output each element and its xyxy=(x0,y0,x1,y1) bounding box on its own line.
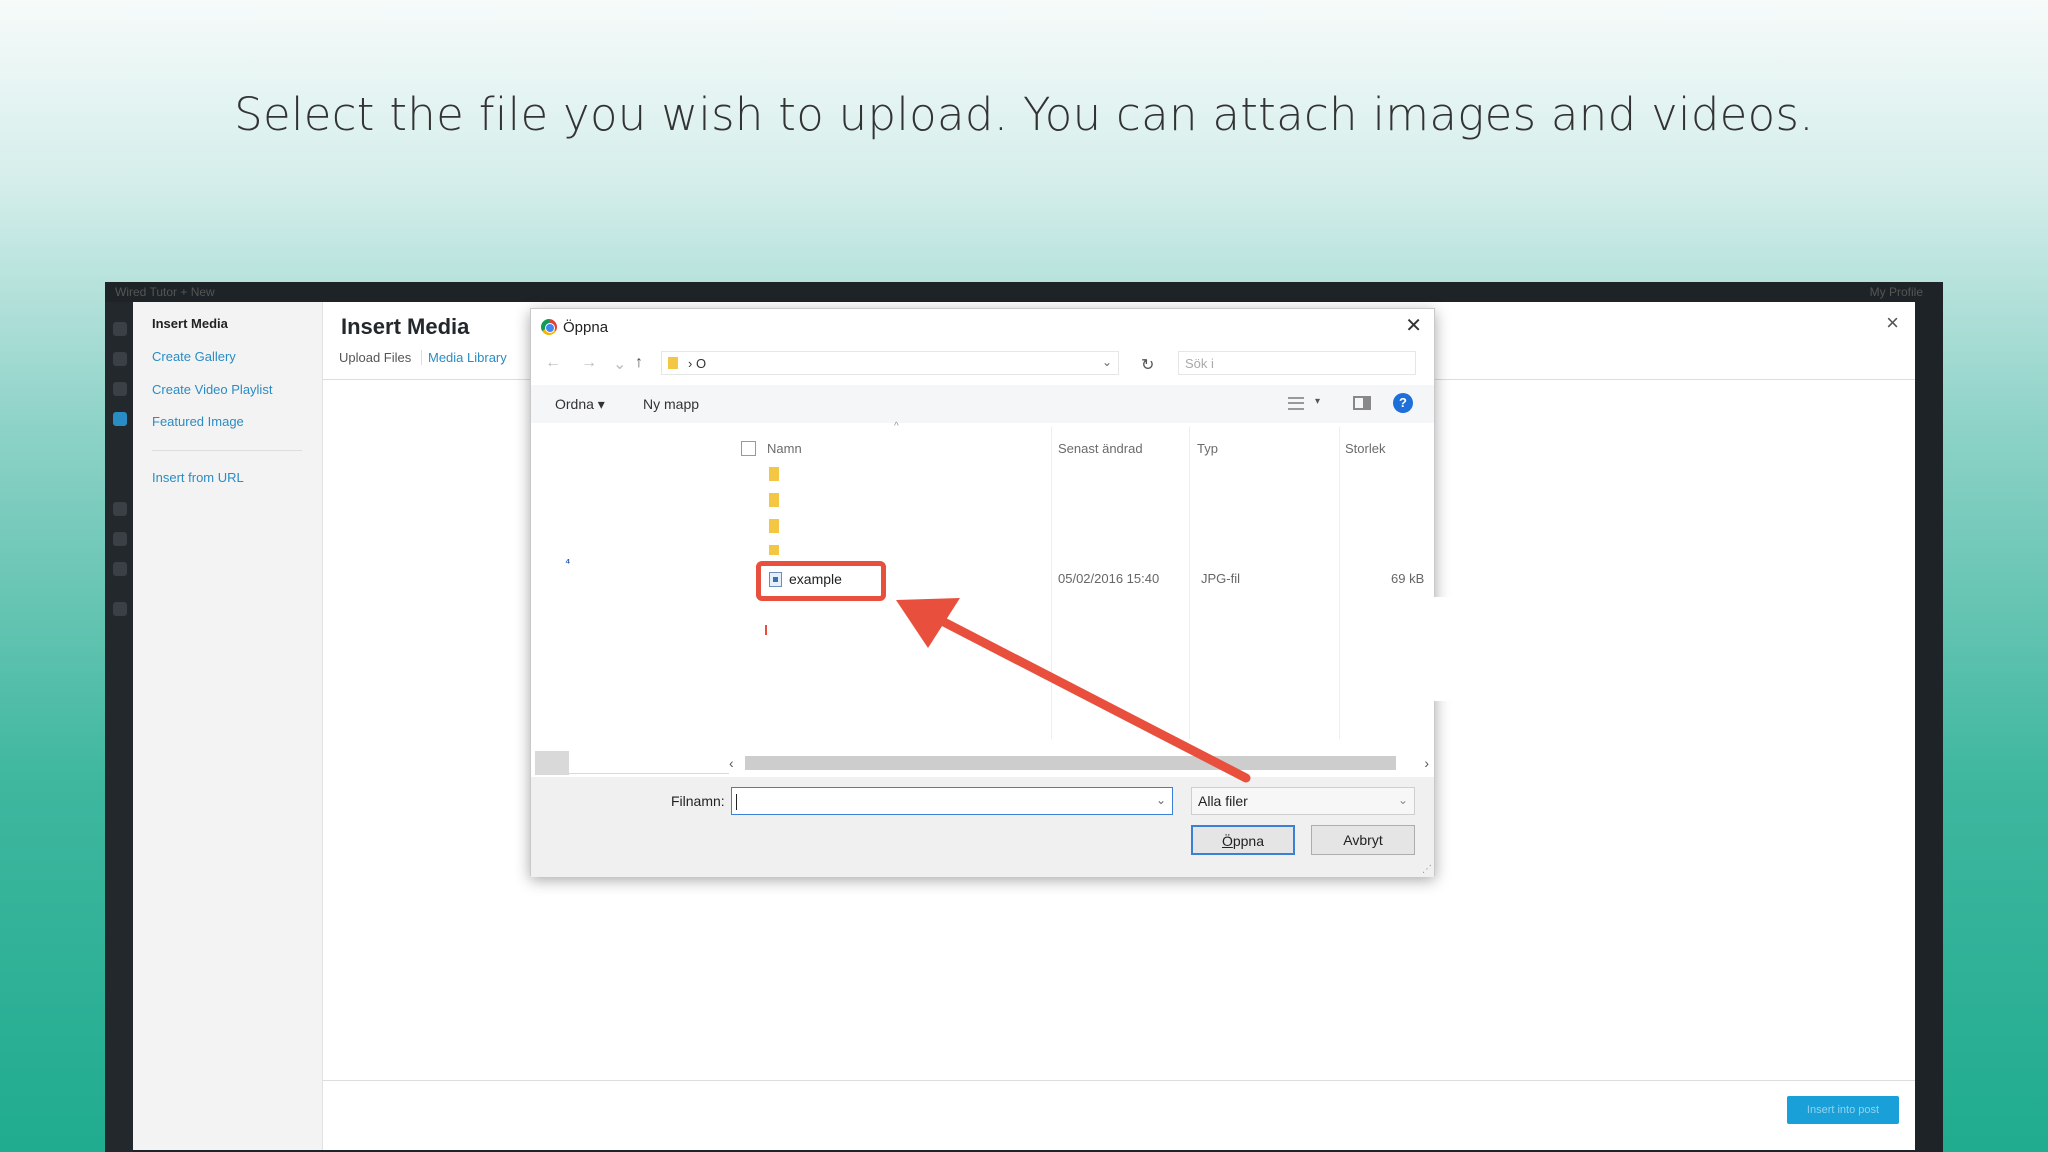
dialog-bottom-panel: Filnamn: ⌄ Alla filer ⌄ Öppna Avbryt ⋰ xyxy=(531,777,1434,877)
file-type: JPG-fil xyxy=(1201,571,1240,586)
open-button-accesskey: Ö xyxy=(1221,833,1233,849)
organize-button[interactable]: Ordna ▾ xyxy=(555,396,605,413)
chrome-icon xyxy=(541,319,557,335)
menu-separator xyxy=(152,450,302,451)
resize-grip-icon[interactable]: ⋰ xyxy=(1422,864,1432,875)
media-icon[interactable] xyxy=(113,382,127,396)
file-size: 69 kB xyxy=(1391,571,1425,586)
menu-insert-media[interactable]: Insert Media xyxy=(152,316,228,331)
navigation-bar: ← → ⌄ ↑ › O ⌄ ↻ Sök i xyxy=(531,349,1434,381)
media-menu: Insert Media Create Gallery Create Video… xyxy=(133,302,323,1150)
new-folder-button[interactable]: Ny mapp xyxy=(643,396,699,412)
nav-pane-marker: ⁴ xyxy=(565,557,571,569)
search-input[interactable]: Sök i xyxy=(1178,351,1416,375)
settings-icon[interactable] xyxy=(113,602,127,616)
pages-icon[interactable] xyxy=(113,412,127,426)
preview-pane-icon[interactable] xyxy=(1353,396,1371,410)
filename-input[interactable]: ⌄ xyxy=(731,787,1173,815)
select-all-checkbox[interactable] xyxy=(741,441,756,456)
admin-bar-site[interactable]: Wired Tutor + New xyxy=(115,285,215,299)
filename-label: Filnamn: xyxy=(671,793,725,809)
menu-featured-image[interactable]: Featured Image xyxy=(152,414,244,429)
folder-icon[interactable] xyxy=(769,493,779,507)
view-dropdown-icon[interactable]: ▾ xyxy=(1315,396,1320,407)
nav-pane-divider xyxy=(569,773,729,774)
folder-icon[interactable] xyxy=(769,467,779,481)
highlight-box xyxy=(756,561,886,601)
column-size[interactable]: Storlek xyxy=(1345,441,1385,456)
back-icon[interactable]: ← xyxy=(545,354,561,372)
column-divider xyxy=(1051,427,1052,739)
cancel-button[interactable]: Avbryt xyxy=(1311,825,1415,855)
wp-admin-bar: Wired Tutor + New My Profile xyxy=(105,282,1943,302)
address-bar[interactable]: › O ⌄ xyxy=(661,351,1119,375)
overlay-cover xyxy=(1431,597,1451,701)
wp-admin-sidebar xyxy=(105,302,133,1152)
folder-icon xyxy=(668,357,678,369)
file-type-value[interactable]: Alla filer xyxy=(1198,793,1248,809)
modal-close-icon[interactable]: × xyxy=(1886,310,1899,336)
filename-dropdown-icon[interactable]: ⌄ xyxy=(1156,793,1166,807)
up-folder-icon[interactable]: ↑ xyxy=(635,354,643,372)
nav-pane-scrollbar[interactable] xyxy=(535,751,569,775)
view-options-icon[interactable] xyxy=(1288,397,1304,410)
highlight-mark xyxy=(765,625,767,635)
insert-into-post-button[interactable]: Insert into post xyxy=(1787,1096,1899,1124)
column-divider xyxy=(1339,427,1340,739)
column-type[interactable]: Typ xyxy=(1197,441,1218,456)
users-icon[interactable] xyxy=(113,562,127,576)
horizontal-scrollbar[interactable]: ‹ › xyxy=(729,755,1429,771)
forward-icon[interactable]: → xyxy=(581,354,597,372)
folder-icon[interactable] xyxy=(769,545,779,555)
address-dropdown-icon[interactable]: ⌄ xyxy=(1102,355,1112,369)
open-button-label: ppna xyxy=(1232,833,1265,849)
address-path[interactable]: › O xyxy=(688,356,706,371)
appearance-icon[interactable] xyxy=(113,502,127,516)
plugins-icon[interactable] xyxy=(113,532,127,546)
column-modified[interactable]: Senast ändrad xyxy=(1058,441,1143,456)
dashboard-icon[interactable] xyxy=(113,322,127,336)
scroll-left-icon[interactable]: ‹ xyxy=(729,755,734,771)
recent-locations-icon[interactable]: ⌄ xyxy=(613,354,626,374)
dialog-toolbar: Ordna ▾ Ny mapp ▾ ? xyxy=(531,385,1434,423)
file-modified: 05/02/2016 15:40 xyxy=(1058,571,1160,586)
sort-caret-icon: ^ xyxy=(894,421,899,432)
admin-bar-profile[interactable]: My Profile xyxy=(1870,285,1923,299)
modal-footer: Insert into post xyxy=(323,1080,1915,1150)
refresh-icon[interactable]: ↻ xyxy=(1141,355,1154,375)
text-caret xyxy=(736,794,737,810)
open-button[interactable]: Öppna xyxy=(1191,825,1295,855)
posts-icon[interactable] xyxy=(113,352,127,366)
column-name[interactable]: Namn xyxy=(767,441,802,456)
column-divider xyxy=(1189,427,1190,739)
dialog-close-icon[interactable]: ✕ xyxy=(1405,313,1422,338)
help-icon[interactable]: ? xyxy=(1393,393,1413,413)
scroll-right-icon[interactable]: › xyxy=(1424,755,1429,771)
menu-insert-from-url[interactable]: Insert from URL xyxy=(152,470,244,485)
slide-caption: Select the file you wish to upload. You … xyxy=(234,88,1814,141)
menu-create-video-playlist[interactable]: Create Video Playlist xyxy=(152,382,272,397)
dialog-title: Öppna xyxy=(563,319,609,336)
file-open-dialog: Öppna ✕ ← → ⌄ ↑ › O ⌄ ↻ Sök i Ordna ▾ Ny… xyxy=(530,308,1451,877)
modal-title: Insert Media xyxy=(341,314,470,339)
menu-create-gallery[interactable]: Create Gallery xyxy=(152,349,236,364)
folder-icon[interactable] xyxy=(769,519,779,533)
file-type-select[interactable]: Alla filer ⌄ xyxy=(1191,787,1415,815)
file-type-dropdown-icon[interactable]: ⌄ xyxy=(1398,793,1408,807)
tab-upload-files[interactable]: Upload Files xyxy=(333,350,417,365)
tab-media-library[interactable]: Media Library xyxy=(421,350,513,365)
scroll-thumb[interactable] xyxy=(745,756,1396,770)
